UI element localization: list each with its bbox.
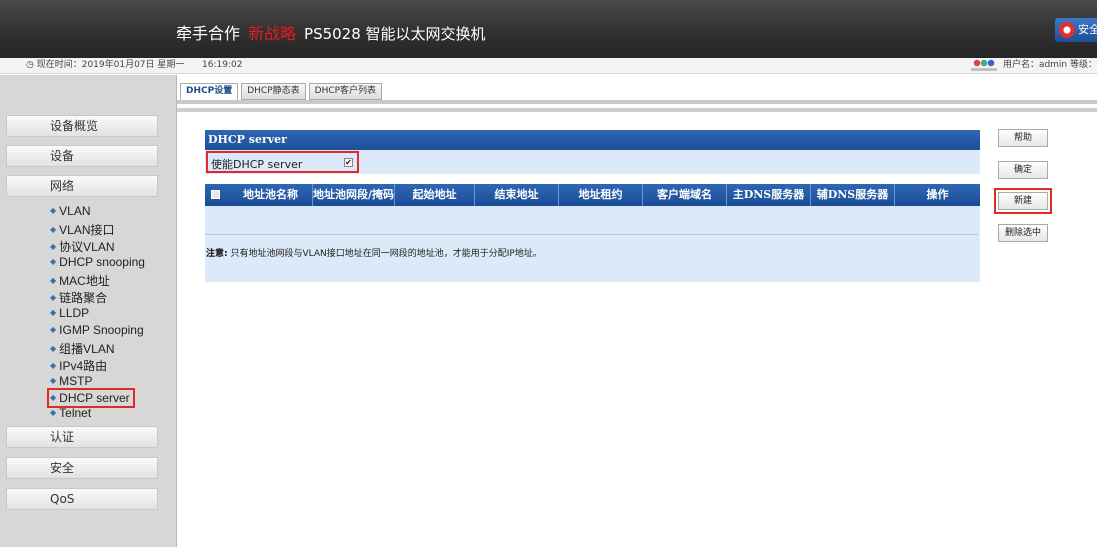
sidebar-section-device[interactable]: 设备 (6, 145, 158, 167)
column-header: 地址租约 (559, 184, 643, 206)
enable-dhcp-checkbox[interactable]: ✔ (344, 158, 353, 167)
tab-dhcp-client-list[interactable]: DHCP客户列表 (308, 83, 383, 100)
sidebar-section-network[interactable]: 网络 (6, 175, 158, 197)
user-info-text: 用户名：admin 等级： (1002, 60, 1097, 70)
product-name: PS5028 智能以太网交换机 (304, 25, 486, 43)
table-separator (205, 234, 978, 235)
enable-row: 使能DHCP server ✔ (205, 150, 980, 174)
brand-accent: 新战略 (248, 24, 297, 43)
sidebar-item-igmp-snooping[interactable]: ◆ IGMP Snooping (50, 323, 144, 337)
user-info: 用户名：admin 等级： (970, 58, 1097, 73)
sidebar-item-label: 链路聚合 (59, 291, 108, 305)
column-header: 操作 (926, 188, 949, 201)
sidebar: 设备概览 设备 网络 ◆ VLAN ◆ VLAN接口 ◆ 协议VLAN ◆ DHCP s… (0, 75, 177, 547)
sidebar-item-telnet[interactable]: ◆ Telnet (50, 406, 91, 420)
sidebar-item-vlan-interface[interactable]: ◆ VLAN接口 (50, 221, 115, 238)
column-header: 辅DNS服务器 (811, 184, 895, 206)
current-date: ◷ 现在时间：2019年01月07日 星期一 (26, 60, 185, 70)
sidebar-item-dhcp-snooping[interactable]: ◆ DHCP snooping (50, 255, 145, 269)
help-button[interactable]: 帮助 (998, 129, 1048, 147)
tab-divider (177, 100, 1097, 104)
panel-title: DHCP server (205, 130, 980, 150)
sidebar-item-label: 组播VLAN (59, 342, 115, 356)
bullet-icon: ◆ (50, 376, 57, 385)
select-all-checkbox[interactable] (211, 190, 220, 199)
security-icon (1059, 22, 1075, 38)
bullet-icon: ◆ (50, 293, 57, 302)
table-header: 地址池名称 地址池网段/掩码 起始地址 结束地址 地址租约 客户端域名 主DNS… (205, 184, 980, 206)
sidebar-section-label: 设备 (50, 149, 75, 163)
users-icon (970, 58, 997, 71)
note-label: 注意: (206, 249, 228, 259)
enable-highlight: 使能DHCP server ✔ (206, 151, 359, 173)
tab-dhcp-static-table[interactable]: DHCP静态表 (241, 83, 306, 100)
current-time: 16:19:02 (202, 60, 243, 70)
sidebar-section-label: 设备概览 (50, 119, 99, 133)
new-button[interactable]: 新建 (994, 188, 1052, 214)
bullet-icon: ◆ (50, 325, 57, 334)
sidebar-item-link-aggregation[interactable]: ◆ 链路聚合 (50, 289, 107, 306)
note-body: 只有地址池网段与VLAN接口地址在同一网段的地址池，才能用于分配IP地址。 (227, 249, 542, 259)
sidebar-item-label: VLAN接口 (59, 223, 115, 237)
sidebar-item-multicast-vlan[interactable]: ◆ 组播VLAN (50, 340, 115, 357)
note-text: 注意: 只有地址池网段与VLAN接口地址在同一网段的地址池，才能用于分配IP地址… (206, 246, 542, 259)
sidebar-section-label: 认证 (50, 430, 75, 444)
content-divider (177, 108, 1097, 112)
bullet-icon: ◆ (50, 308, 57, 317)
sidebar-item-lldp[interactable]: ◆ LLDP (50, 306, 89, 320)
table-body: 注意: 只有地址池网段与VLAN接口地址在同一网段的地址池，才能用于分配IP地址… (205, 206, 980, 282)
sidebar-item-label: MAC地址 (59, 274, 110, 288)
sidebar-item-ipv4-routing[interactable]: ◆ IPv4路由 (50, 357, 107, 374)
sidebar-item-mstp[interactable]: ◆ MSTP (50, 374, 93, 388)
enable-dhcp-label: 使能DHCP server (211, 158, 303, 171)
security-button-label: 安全 (1078, 23, 1097, 36)
company-slogan: 牵手合作 (176, 24, 241, 43)
sidebar-item-label: Telnet (59, 406, 92, 420)
bullet-icon: ◆ (50, 344, 57, 353)
sidebar-item-protocol-vlan[interactable]: ◆ 协议VLAN (50, 238, 115, 255)
confirm-button[interactable]: 确定 (998, 161, 1048, 179)
sidebar-item-label: DHCP snooping (59, 255, 145, 269)
sidebar-item-label: MSTP (59, 374, 93, 388)
sidebar-item-label: DHCP server (59, 391, 130, 405)
sidebar-item-vlan[interactable]: ◆ VLAN (50, 204, 91, 218)
sidebar-section-label: QoS (50, 492, 75, 506)
column-header: 地址池网段/掩码 (313, 184, 395, 206)
sidebar-item-label: IGMP Snooping (59, 323, 144, 337)
tab-dhcp-settings[interactable]: DHCP设置 (180, 83, 239, 100)
bullet-icon: ◆ (50, 276, 57, 285)
sidebar-section-auth[interactable]: 认证 (6, 426, 158, 448)
top-header: 牵手合作 新战略 PS5028 智能以太网交换机 安全 (0, 0, 1097, 58)
column-header: 客户端域名 (643, 184, 727, 206)
bullet-icon: ◆ (50, 408, 57, 417)
column-header: 结束地址 (475, 184, 559, 206)
sidebar-item-label: LLDP (59, 306, 90, 320)
bullet-icon: ◆ (50, 361, 57, 370)
security-button[interactable]: 安全 (1055, 18, 1097, 42)
bullet-icon: ◆ (50, 206, 57, 215)
sidebar-item-label: VLAN (59, 204, 91, 218)
sidebar-item-label: 协议VLAN (59, 240, 115, 254)
bullet-icon: ◆ (50, 257, 57, 266)
product-title: 牵手合作 新战略 PS5028 智能以太网交换机 (176, 20, 486, 44)
delete-selected-button[interactable]: 删除选中 (998, 224, 1048, 242)
sidebar-section-security[interactable]: 安全 (6, 457, 158, 479)
status-bar: ◷ 现在时间：2019年01月07日 星期一 16:19:02 用户名：admi… (0, 58, 1097, 74)
sidebar-item-mac-address[interactable]: ◆ MAC地址 (50, 272, 110, 289)
column-header: 起始地址 (395, 184, 475, 206)
sidebar-item-dhcp-server[interactable]: ◆ DHCP server (47, 388, 135, 408)
column-header: 主DNS服务器 (727, 184, 811, 206)
sidebar-item-label: IPv4路由 (59, 359, 108, 373)
column-header: 地址池名称 (229, 184, 313, 206)
sidebar-section-label: 安全 (50, 461, 75, 475)
bullet-icon: ◆ (50, 225, 57, 234)
bullet-icon: ◆ (50, 393, 57, 402)
sidebar-section-overview[interactable]: 设备概览 (6, 115, 158, 137)
bullet-icon: ◆ (50, 242, 57, 251)
sidebar-section-qos[interactable]: QoS (6, 488, 158, 510)
sidebar-section-label: 网络 (50, 179, 75, 193)
